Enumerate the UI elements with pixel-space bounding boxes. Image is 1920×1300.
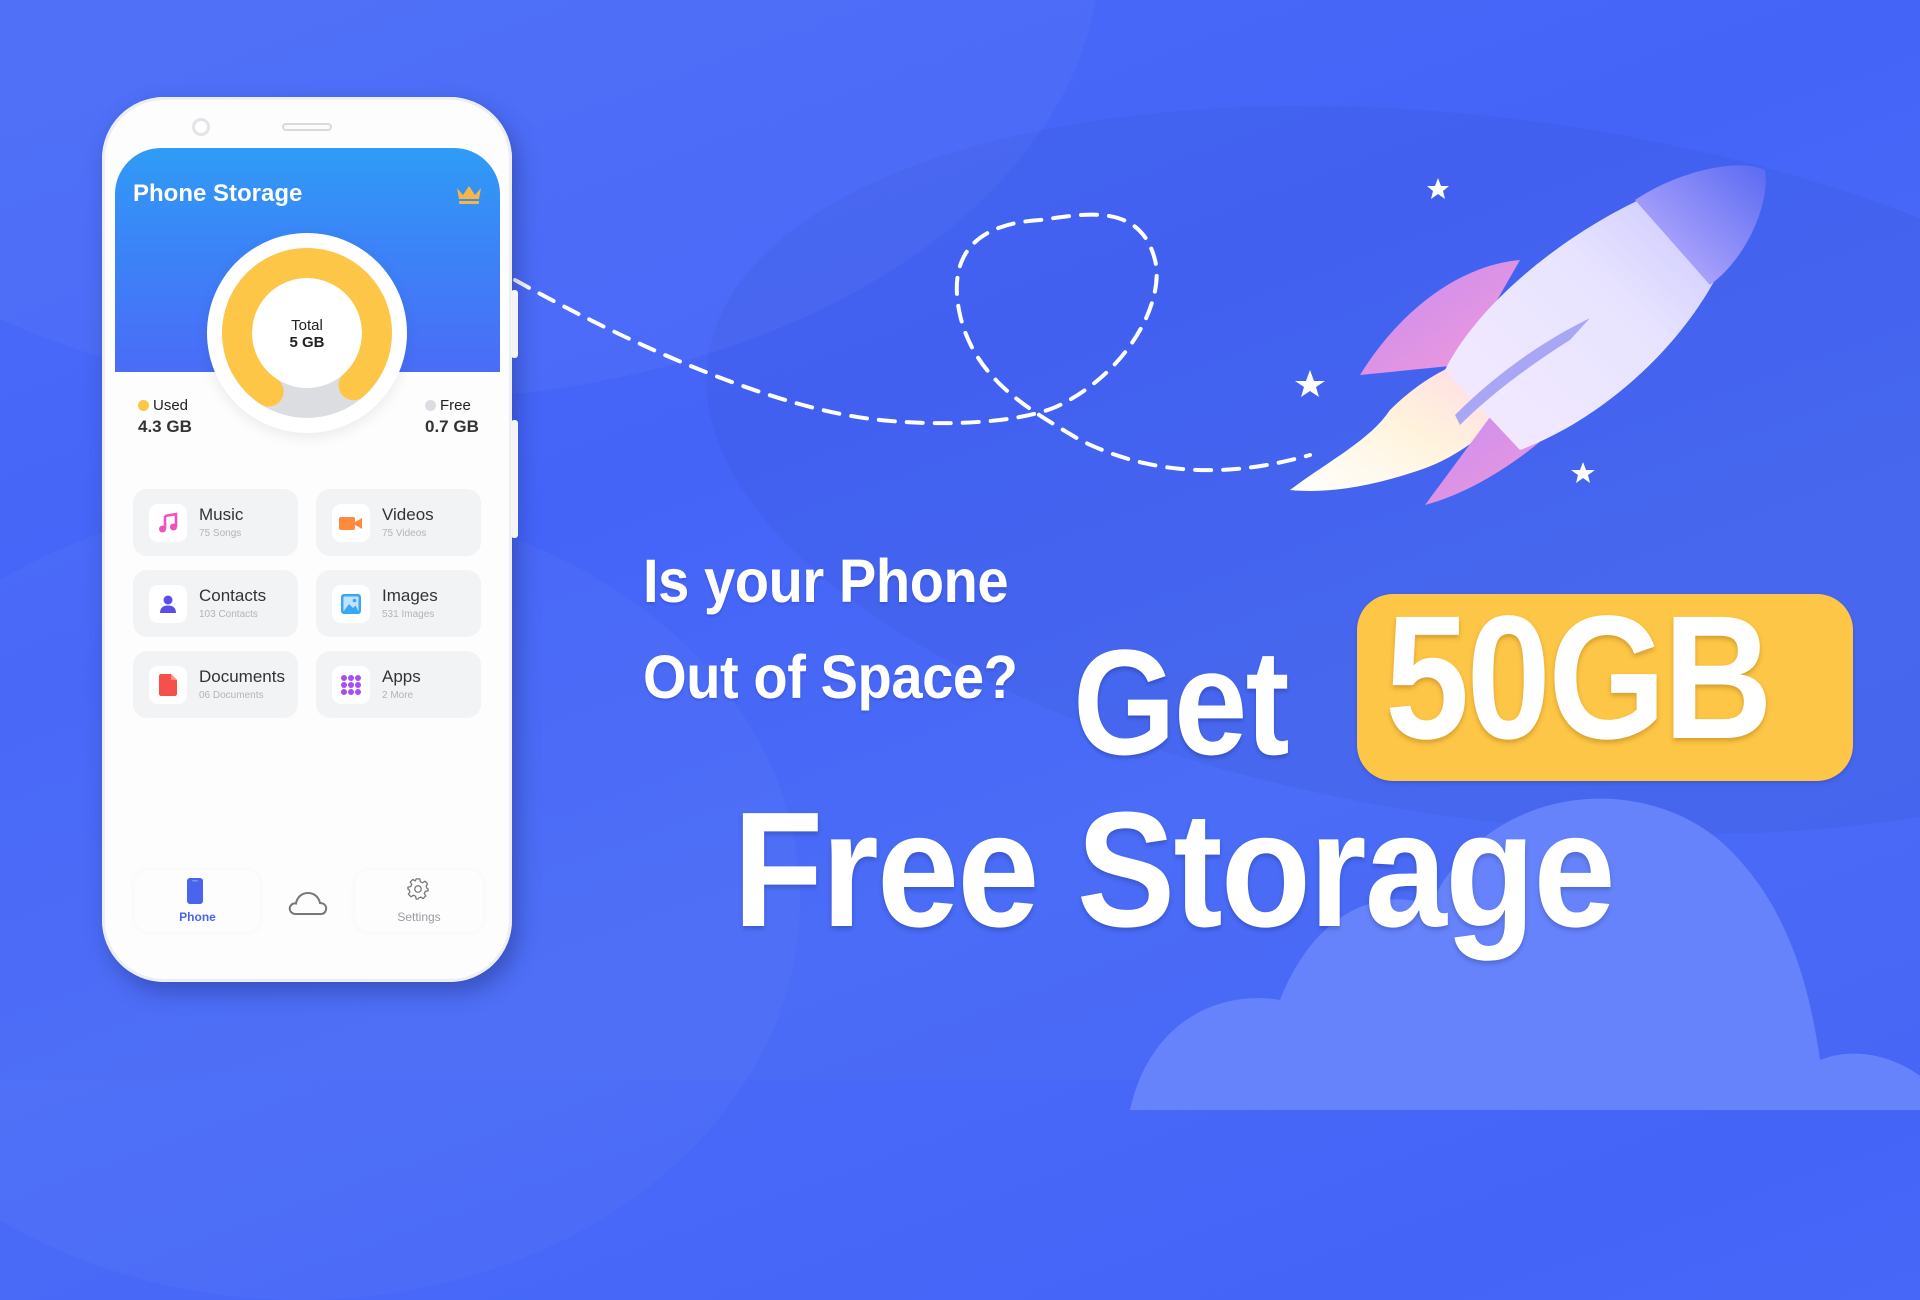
- phone-icon: [187, 878, 203, 904]
- phone-volume-button: [511, 290, 518, 358]
- used-label: Used: [153, 397, 189, 414]
- app-title: Phone Storage: [133, 180, 303, 207]
- gear-icon: [407, 878, 429, 900]
- tile-count: 06 Documents: [199, 690, 264, 701]
- category-tile-apps[interactable]: Apps 2 More: [316, 651, 481, 718]
- free-value: 0.7 GB: [425, 417, 479, 436]
- nav-tab-phone[interactable]: Phone: [135, 870, 260, 932]
- rocket-illustration: [1290, 165, 1766, 505]
- amount-text: 50GB: [1385, 580, 1773, 776]
- headline-question-line1: Is your Phone: [643, 547, 1009, 615]
- tile-label: Images: [382, 586, 438, 605]
- nav-tab-cloud[interactable]: [282, 870, 334, 932]
- star-icon: [1571, 462, 1595, 483]
- used-dot-icon: [138, 400, 149, 411]
- category-tile-documents[interactable]: Documents 06 Documents: [133, 651, 298, 718]
- nav-label-phone: Phone: [179, 910, 216, 924]
- tile-label: Apps: [382, 667, 421, 686]
- tile-label: Videos: [382, 505, 434, 524]
- total-label: Total: [291, 317, 323, 334]
- crown-icon[interactable]: [456, 184, 482, 206]
- star-icon: [1427, 178, 1449, 199]
- front-camera: [192, 118, 210, 136]
- tile-label: Music: [199, 505, 244, 524]
- category-tile-images[interactable]: Images 531 Images: [316, 570, 481, 637]
- category-tile-videos[interactable]: Videos 75 Videos: [316, 489, 481, 556]
- tile-count: 75 Videos: [382, 528, 427, 539]
- document-icon: [159, 674, 177, 696]
- headline-get: Get: [1073, 618, 1290, 786]
- tile-label: Documents: [199, 667, 285, 686]
- music-note-icon: [159, 512, 178, 533]
- person-icon: [160, 595, 176, 613]
- tile-count: 531 Images: [382, 609, 435, 620]
- nav-label-settings: Settings: [397, 910, 441, 924]
- category-tile-contacts[interactable]: Contacts 103 Contacts: [133, 570, 298, 637]
- video-camera-icon: [339, 517, 362, 530]
- headline-question-line2: Out of Space?: [643, 643, 1018, 711]
- tile-count: 2 More: [382, 690, 414, 701]
- tile-count: 103 Contacts: [199, 609, 258, 620]
- storage-donut-chart: Total 5 GB: [207, 233, 407, 433]
- free-legend: Free 0.7 GB: [425, 397, 479, 437]
- amount-badge: 50GB: [1357, 581, 1853, 781]
- headline-free-storage: Free Storage: [733, 778, 1616, 961]
- apps-grid-icon: [341, 675, 361, 695]
- nav-tab-settings[interactable]: Settings: [355, 870, 483, 932]
- cloud-icon: [288, 891, 328, 915]
- used-legend: Used 4.3 GB: [138, 397, 192, 437]
- phone-power-button: [511, 420, 518, 538]
- total-value: 5 GB: [289, 334, 325, 351]
- tile-label: Contacts: [199, 586, 267, 605]
- used-value: 4.3 GB: [138, 417, 192, 436]
- free-label: Free: [440, 397, 471, 414]
- earpiece-speaker: [282, 123, 332, 131]
- free-dot-icon: [425, 400, 436, 411]
- star-icon: [1295, 370, 1325, 397]
- image-icon: [341, 594, 361, 614]
- category-tile-music[interactable]: Music 75 Songs: [133, 489, 298, 556]
- tile-count: 75 Songs: [199, 528, 242, 539]
